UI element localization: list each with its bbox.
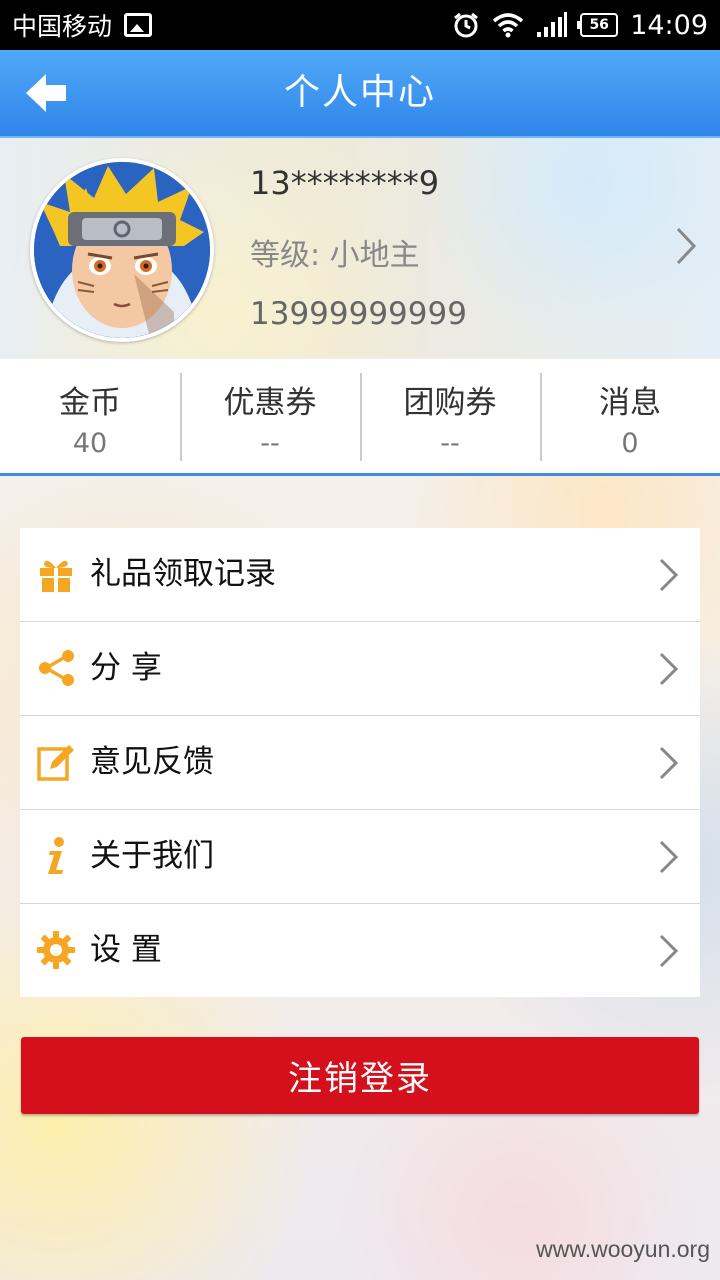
menu-item-gift-records[interactable]: 礼品领取记录 xyxy=(20,528,700,622)
stat-coins[interactable]: 金币 40 xyxy=(0,359,180,473)
stat-group-coupons[interactable]: 团购券 -- xyxy=(360,359,540,473)
title-bar: 个人中心 xyxy=(0,50,720,138)
stats-bar: 金币 40 优惠券 -- 团购券 -- 消息 0 xyxy=(0,359,720,476)
chevron-right-icon xyxy=(659,652,679,686)
watermark: www.wooyun.org xyxy=(536,1236,710,1262)
status-bar: 中国移动 56 14:09 xyxy=(0,0,720,50)
stat-value: 0 xyxy=(621,428,639,459)
stat-label: 团购券 xyxy=(403,385,497,421)
chevron-right-icon xyxy=(676,227,697,265)
avatar-image xyxy=(34,162,210,338)
stat-coupons[interactable]: 优惠券 -- xyxy=(180,359,360,473)
menu-item-about-us[interactable]: 关于我们 xyxy=(20,810,700,904)
image-icon xyxy=(124,13,153,37)
stat-value: -- xyxy=(260,428,280,459)
chevron-right-icon xyxy=(659,558,679,592)
profile-name: 13********9 xyxy=(250,164,440,202)
menu-item-settings[interactable]: 设 置 xyxy=(20,904,700,997)
edit-icon xyxy=(37,745,74,781)
profile-level: 等级: 小地主 xyxy=(250,238,420,273)
chevron-right-icon xyxy=(659,746,679,780)
menu-item-share[interactable]: 分 享 xyxy=(20,622,700,716)
menu-label: 关于我们 xyxy=(90,838,214,874)
menu-item-feedback[interactable]: 意见反馈 xyxy=(20,716,700,810)
menu-label: 分 享 xyxy=(90,650,162,686)
profile-header[interactable]: 13********9 等级: 小地主 13999999999 xyxy=(0,138,720,358)
status-icons: 56 14:09 xyxy=(452,10,708,41)
stat-value: -- xyxy=(440,428,460,459)
stat-label: 消息 xyxy=(599,385,661,421)
chevron-right-icon xyxy=(659,840,679,874)
menu-label: 设 置 xyxy=(90,932,162,968)
avatar[interactable] xyxy=(30,158,214,342)
stat-label: 金币 xyxy=(59,385,121,421)
share-icon xyxy=(39,650,74,686)
alarm-icon xyxy=(452,11,480,39)
menu-label: 意见反馈 xyxy=(90,744,214,780)
wifi-icon xyxy=(492,12,524,38)
page-title: 个人中心 xyxy=(283,72,436,113)
profile-phone: 13999999999 xyxy=(250,296,467,332)
menu-list: 礼品领取记录 分 享 意见反馈 关于我们 设 置 xyxy=(20,528,700,997)
signal-icon xyxy=(536,12,568,38)
stat-value: 40 xyxy=(72,428,108,459)
info-icon xyxy=(48,837,64,874)
chevron-right-icon xyxy=(659,934,679,968)
carrier-name: 中国移动 xyxy=(12,12,113,41)
battery-icon: 56 xyxy=(577,13,619,37)
gear-icon xyxy=(37,931,75,969)
menu-label: 礼品领取记录 xyxy=(90,556,276,592)
stat-messages[interactable]: 消息 0 xyxy=(540,359,720,473)
clock: 14:09 xyxy=(630,9,708,41)
gift-icon xyxy=(40,560,72,592)
stat-label: 优惠券 xyxy=(223,385,317,421)
logout-button[interactable]: 注销登录 xyxy=(21,1037,699,1114)
